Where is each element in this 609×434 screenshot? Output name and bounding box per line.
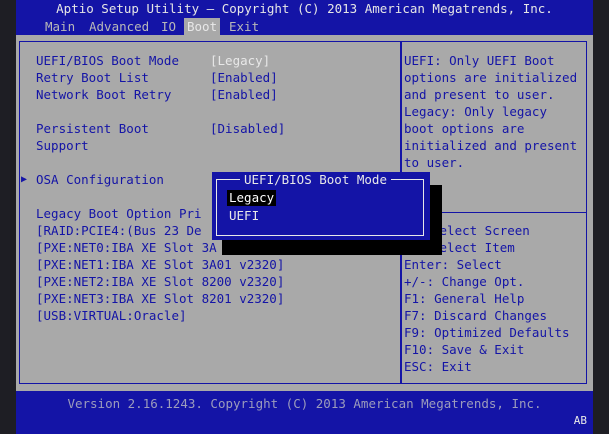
help-line-4: Legacy: Only legacy [404, 104, 547, 119]
key-help-enter: Enter: Select [404, 257, 502, 272]
retry-boot-label: Retry Boot List [36, 70, 149, 85]
help-line-6: initialized and present [404, 138, 578, 153]
boot-option-6[interactable]: [USB:VIRTUAL:Oracle] [36, 307, 187, 324]
menu-bar: Main Advanced IO Boot Exit [16, 18, 593, 35]
tab-exit[interactable]: Exit [226, 18, 262, 35]
tab-boot[interactable]: Boot [184, 18, 221, 35]
help-line-2: options are initialized [404, 70, 578, 85]
persistent-boot-label: Persistent Boot [36, 121, 149, 136]
boot-option-4[interactable]: [PXE:NET2:IBA XE Slot 8200 v2320] [36, 273, 284, 290]
popup-option-uefi[interactable]: UEFI [229, 208, 259, 224]
help-line-1: UEFI: Only UEFI Boot [404, 53, 555, 68]
persistent-boot-label-2: Support [36, 138, 89, 153]
boot-option-2[interactable]: [PXE:NET0:IBA XE Slot 3A [36, 239, 217, 256]
key-help-select-item: Select Item [432, 240, 515, 255]
network-retry-label: Network Boot Retry [36, 87, 172, 102]
popup-frame: Legacy UEFI [216, 179, 424, 236]
key-help-change: +/-: Change Opt. [404, 274, 525, 289]
version-text: Version 2.16.1243. Copyright (C) 2013 Am… [67, 396, 542, 411]
tab-io[interactable]: IO [158, 18, 179, 35]
boot-option-3[interactable]: [PXE:NET1:IBA XE Slot 3A01 v2320] [36, 256, 284, 273]
boot-option-5[interactable]: [PXE:NET3:IBA XE Slot 8201 v2320] [36, 290, 284, 307]
tab-main[interactable]: Main [42, 18, 78, 35]
boot-mode-value[interactable]: [Legacy] [210, 52, 270, 69]
key-help-select-screen: Select Screen [432, 223, 530, 238]
retry-boot-value[interactable]: [Enabled] [210, 69, 278, 86]
persistent-boot-value[interactable]: [Disabled] [210, 120, 285, 137]
window-title: Aptio Setup Utility – Copyright (C) 2013… [56, 1, 553, 16]
boot-mode-popup: Legacy UEFI UEFI/BIOS Boot Mode [212, 172, 430, 240]
boot-mode-label: UEFI/BIOS Boot Mode [36, 53, 179, 68]
osa-configuration-item[interactable]: OSA Configuration [36, 171, 164, 188]
help-line-7: to user. [404, 155, 465, 170]
help-line-5: boot options are [404, 121, 525, 136]
key-help-f10: F10: Save & Exit [404, 342, 525, 357]
help-line-3: and present to user. [404, 87, 555, 102]
popup-option-legacy[interactable]: Legacy [227, 190, 277, 206]
submenu-arrow-icon: ▶ [21, 174, 28, 185]
ab-badge: AB [573, 414, 587, 427]
key-help-f7: F7: Discard Changes [404, 308, 547, 323]
tab-advanced[interactable]: Advanced [86, 18, 152, 35]
key-help-f1: F1: General Help [404, 291, 525, 306]
legacy-priority-label: Legacy Boot Option Pri [36, 206, 202, 221]
key-help-esc: ESC: Exit [404, 359, 472, 374]
footer-bar: Version 2.16.1243. Copyright (C) 2013 Am… [16, 391, 593, 434]
network-retry-value[interactable]: [Enabled] [210, 86, 278, 103]
popup-title: UEFI/BIOS Boot Mode [240, 172, 391, 187]
key-help-f9: F9: Optimized Defaults [404, 325, 570, 340]
boot-option-1[interactable]: [RAID:PCIE4:(Bus 23 De [36, 222, 202, 239]
bios-screen: Aptio Setup Utility – Copyright (C) 2013… [16, 0, 593, 434]
